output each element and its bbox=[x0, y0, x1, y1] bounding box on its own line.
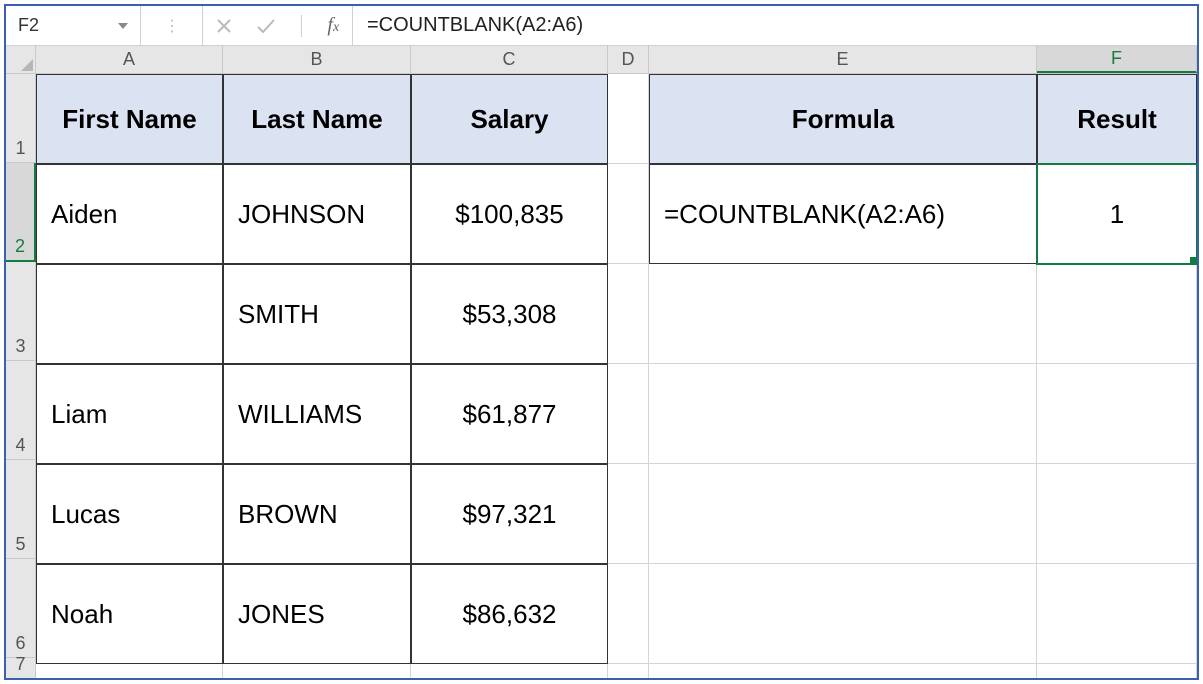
row-header-2[interactable]: 2 bbox=[6, 163, 36, 262]
cells-area: First Name Last Name Salary Formula Resu… bbox=[36, 74, 1197, 678]
cell-E7[interactable] bbox=[649, 664, 1037, 678]
sheet-row-4: Liam WILLIAMS $61,877 bbox=[36, 364, 1197, 464]
cell-F6[interactable] bbox=[1037, 564, 1197, 664]
formula-text: =COUNTBLANK(A2:A6) bbox=[367, 14, 583, 37]
row-header-7[interactable]: 7 bbox=[6, 658, 36, 678]
row-headers: 1 2 3 4 5 6 7 bbox=[6, 74, 36, 678]
row-header-1[interactable]: 1 bbox=[6, 74, 36, 163]
cell-C1[interactable]: Salary bbox=[411, 74, 608, 164]
cell-D2[interactable] bbox=[608, 164, 649, 264]
name-box[interactable]: F2 bbox=[6, 6, 141, 45]
row-header-6[interactable]: 6 bbox=[6, 559, 36, 658]
cell-B5[interactable]: BROWN bbox=[223, 464, 411, 564]
cell-C5[interactable]: $97,321 bbox=[411, 464, 608, 564]
column-headers: A B C D E F bbox=[6, 46, 1197, 74]
cell-D6[interactable] bbox=[608, 564, 649, 664]
cell-B6[interactable]: JONES bbox=[223, 564, 411, 664]
drag-dots-icon: ⋮ bbox=[164, 16, 179, 36]
col-header-B[interactable]: B bbox=[223, 46, 411, 73]
sheet-row-1: First Name Last Name Salary Formula Resu… bbox=[36, 74, 1197, 164]
sheet-row-3: SMITH $53,308 bbox=[36, 264, 1197, 364]
cell-D3[interactable] bbox=[608, 264, 649, 364]
fx-icon[interactable]: fx bbox=[327, 14, 339, 37]
cell-F1[interactable]: Result bbox=[1037, 74, 1197, 164]
name-box-dropdown-icon[interactable] bbox=[116, 19, 130, 33]
sheet-row-2: Aiden JOHNSON $100,835 =COUNTBLANK(A2:A6… bbox=[36, 164, 1197, 264]
cell-E3[interactable] bbox=[649, 264, 1037, 364]
cell-B2[interactable]: JOHNSON bbox=[223, 164, 411, 264]
cell-D5[interactable] bbox=[608, 464, 649, 564]
cell-C4[interactable]: $61,877 bbox=[411, 364, 608, 464]
sheet-row-5: Lucas BROWN $97,321 bbox=[36, 464, 1197, 564]
cell-F2[interactable]: 1 bbox=[1037, 164, 1197, 264]
col-header-F[interactable]: F bbox=[1037, 46, 1197, 73]
cell-D7[interactable] bbox=[608, 664, 649, 678]
enter-icon[interactable] bbox=[257, 19, 275, 33]
cell-A5[interactable]: Lucas bbox=[36, 464, 223, 564]
cell-D4[interactable] bbox=[608, 364, 649, 464]
col-header-D[interactable]: D bbox=[608, 46, 649, 73]
cell-B7[interactable] bbox=[223, 664, 411, 678]
separator bbox=[301, 15, 302, 37]
formula-bar: F2 ⋮ fx =COUNTBLANK(A2:A6) bbox=[6, 6, 1197, 46]
cell-F4[interactable] bbox=[1037, 364, 1197, 464]
cell-E5[interactable] bbox=[649, 464, 1037, 564]
col-header-C[interactable]: C bbox=[411, 46, 608, 73]
cell-B3[interactable]: SMITH bbox=[223, 264, 411, 364]
row-header-3[interactable]: 3 bbox=[6, 262, 36, 361]
app-frame: F2 ⋮ fx =COUNTBLANK(A2:A6) A B C D E bbox=[4, 4, 1199, 680]
cell-E4[interactable] bbox=[649, 364, 1037, 464]
cell-A2[interactable]: Aiden bbox=[36, 164, 223, 264]
formula-bar-buttons: fx bbox=[203, 6, 353, 45]
cell-B4[interactable]: WILLIAMS bbox=[223, 364, 411, 464]
cell-C2[interactable]: $100,835 bbox=[411, 164, 608, 264]
select-all-corner[interactable] bbox=[6, 46, 36, 73]
formula-bar-handle: ⋮ bbox=[141, 6, 203, 45]
cell-F5[interactable] bbox=[1037, 464, 1197, 564]
cell-F7[interactable] bbox=[1037, 664, 1197, 678]
sheet-row-6: Noah JONES $86,632 bbox=[36, 564, 1197, 664]
cell-C7[interactable] bbox=[411, 664, 608, 678]
cell-A4[interactable]: Liam bbox=[36, 364, 223, 464]
cell-B1[interactable]: Last Name bbox=[223, 74, 411, 164]
cell-C3[interactable]: $53,308 bbox=[411, 264, 608, 364]
sheet-row-7 bbox=[36, 664, 1197, 678]
cancel-icon[interactable] bbox=[216, 18, 232, 34]
cell-D1[interactable] bbox=[608, 74, 649, 164]
name-box-value: F2 bbox=[18, 15, 116, 36]
row-header-5[interactable]: 5 bbox=[6, 460, 36, 559]
cell-A1[interactable]: First Name bbox=[36, 74, 223, 164]
cell-E2[interactable]: =COUNTBLANK(A2:A6) bbox=[649, 164, 1037, 264]
cell-E1[interactable]: Formula bbox=[649, 74, 1037, 164]
formula-input[interactable]: =COUNTBLANK(A2:A6) bbox=[353, 6, 1197, 45]
row-header-4[interactable]: 4 bbox=[6, 361, 36, 460]
col-header-E[interactable]: E bbox=[649, 46, 1037, 73]
cell-A7[interactable] bbox=[36, 664, 223, 678]
cell-A3[interactable] bbox=[36, 264, 223, 364]
col-header-A[interactable]: A bbox=[36, 46, 223, 73]
grid: 1 2 3 4 5 6 7 First Name Last Name Salar… bbox=[6, 74, 1197, 678]
cell-F3[interactable] bbox=[1037, 264, 1197, 364]
cell-C6[interactable]: $86,632 bbox=[411, 564, 608, 664]
cell-A6[interactable]: Noah bbox=[36, 564, 223, 664]
cell-E6[interactable] bbox=[649, 564, 1037, 664]
